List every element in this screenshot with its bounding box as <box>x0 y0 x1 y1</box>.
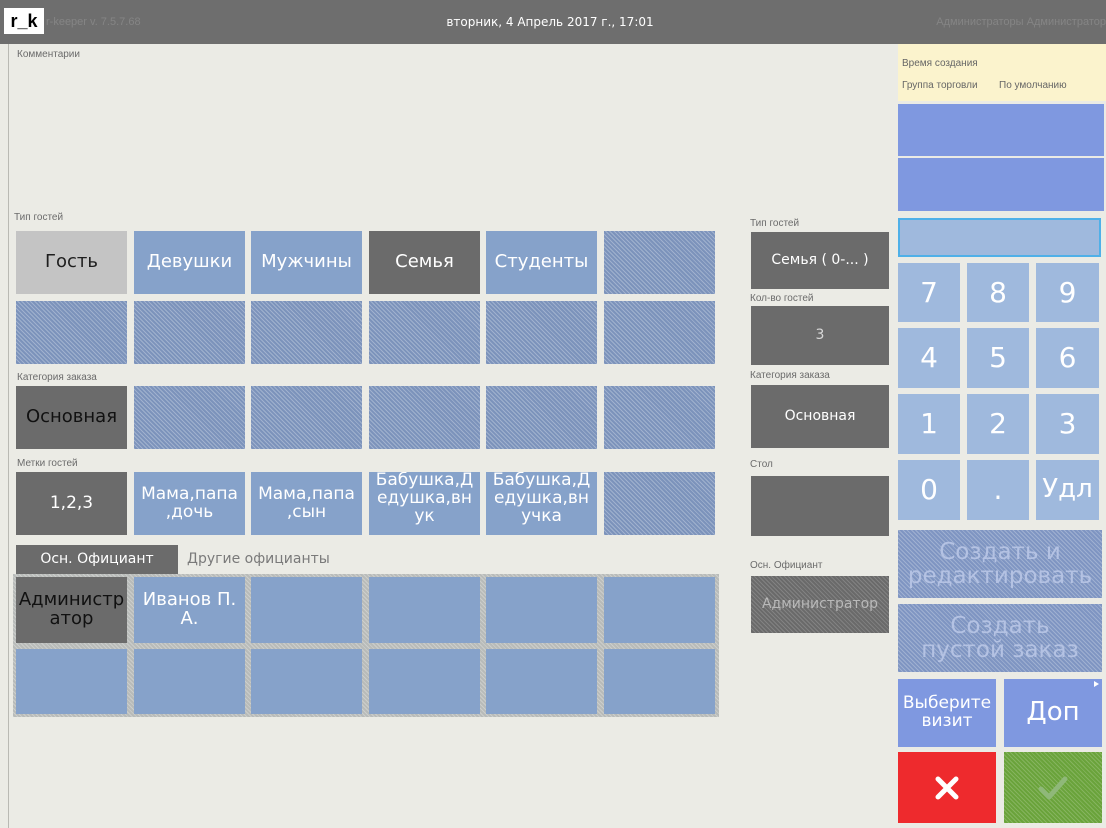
guest-marks-label: Метки гостей <box>17 458 78 469</box>
guest-mark-family-daughter-button[interactable]: Мама,папа ,дочь <box>134 472 245 535</box>
waiter-empty-cell <box>369 577 480 643</box>
check-icon <box>1038 776 1068 799</box>
empty-cell <box>369 386 480 449</box>
keypad-7-button[interactable]: 7 <box>898 263 960 322</box>
ok-button[interactable] <box>1004 752 1102 823</box>
empty-cell <box>604 386 715 449</box>
guest-type-label: Тип гостей <box>14 212 64 223</box>
empty-cell <box>134 301 245 364</box>
tab-other-waiters[interactable]: Другие официанты <box>187 551 330 567</box>
info-blue-block-top <box>898 104 1104 156</box>
guest-type-students-button[interactable]: Студенты <box>486 231 597 294</box>
keypad-delete-button[interactable]: Удл <box>1036 460 1099 520</box>
summary-guests-count-value[interactable]: 3 <box>751 306 889 365</box>
empty-cell <box>486 386 597 449</box>
more-button-label: Доп <box>1026 697 1080 728</box>
waiter-empty-cell <box>16 649 127 714</box>
app-logo: r_k <box>4 8 44 34</box>
create-empty-order-button[interactable]: Создать пустой заказ <box>898 604 1102 672</box>
summary-main-waiter-value[interactable]: Администратор <box>751 576 889 633</box>
waiter-empty-cell <box>134 649 245 714</box>
keypad-4-button[interactable]: 4 <box>898 328 960 388</box>
keypad-2-button[interactable]: 2 <box>967 394 1029 454</box>
waiter-empty-cell <box>486 649 597 714</box>
choose-visit-button[interactable]: Выберите визит <box>898 679 996 747</box>
keypad-input[interactable] <box>898 218 1101 257</box>
order-category-main-button[interactable]: Основная <box>16 386 127 449</box>
guest-type-men-button[interactable]: Мужчины <box>251 231 362 294</box>
header-datetime: вторник, 4 Апрель 2017 г., 17:01 <box>446 15 654 29</box>
cancel-button[interactable] <box>898 752 996 823</box>
comments-field[interactable] <box>14 62 714 202</box>
waiter-empty-cell <box>486 577 597 643</box>
keypad-8-button[interactable]: 8 <box>967 263 1029 322</box>
guest-mark-grandparents-granddaughter-button[interactable]: Бабушка,Д едушка,вн учка <box>486 472 597 535</box>
keypad-1-button[interactable]: 1 <box>898 394 960 454</box>
keypad-9-button[interactable]: 9 <box>1036 263 1099 322</box>
summary-order-category-label: Категория заказа <box>750 370 830 381</box>
app-version: r-keeper v. 7.5.7.68 <box>46 16 141 28</box>
info-blue-block-bottom <box>898 158 1104 211</box>
empty-cell <box>486 301 597 364</box>
guest-mark-123-button[interactable]: 1,2,3 <box>16 472 127 535</box>
empty-cell <box>251 386 362 449</box>
keypad-0-button[interactable]: 0 <box>898 460 960 520</box>
waiter-administrator-button[interactable]: Администр атор <box>16 577 127 643</box>
keypad-6-button[interactable]: 6 <box>1036 328 1099 388</box>
waiter-empty-cell <box>604 577 715 643</box>
guest-type-empty-button <box>604 231 715 294</box>
more-button[interactable]: Доп <box>1004 679 1102 747</box>
comments-label: Комментарии <box>17 49 80 60</box>
info-panel <box>898 44 1106 101</box>
order-category-label: Категория заказа <box>17 372 97 383</box>
empty-cell <box>369 301 480 364</box>
keypad-dot-button[interactable]: . <box>967 460 1029 520</box>
summary-table-value[interactable] <box>751 476 889 536</box>
keypad-3-button[interactable]: 3 <box>1036 394 1099 454</box>
summary-guests-count-label: Кол-во гостей <box>750 293 814 304</box>
guest-type-girls-button[interactable]: Девушки <box>134 231 245 294</box>
tab-main-waiter[interactable]: Осн. Официант <box>16 545 178 574</box>
summary-guest-type-label: Тип гостей <box>750 218 800 229</box>
trade-group-label: Группа торговли <box>902 80 978 91</box>
create-and-edit-button[interactable]: Создать и редактировать <box>898 530 1102 598</box>
empty-cell <box>16 301 127 364</box>
trade-group-value: По умолчанию <box>999 80 1067 91</box>
waiter-ivanov-button[interactable]: Иванов П. А. <box>134 577 245 643</box>
header-bar: r_k r-keeper v. 7.5.7.68 вторник, 4 Апре… <box>0 0 1106 44</box>
summary-guest-type-value[interactable]: Семья ( 0-... ) <box>751 232 889 289</box>
waiter-empty-cell <box>251 577 362 643</box>
header-user: Администраторы Администратор <box>936 16 1106 28</box>
empty-cell <box>134 386 245 449</box>
waiter-empty-cell <box>369 649 480 714</box>
waiter-empty-cell <box>604 649 715 714</box>
guest-mark-grandparents-grandson-button[interactable]: Бабушка,Д едушка,вн ук <box>369 472 480 535</box>
summary-table-label: Стол <box>750 459 773 470</box>
created-time-label: Время создания <box>902 58 978 69</box>
close-icon <box>935 776 959 799</box>
summary-main-waiter-label: Осн. Официант <box>750 560 823 571</box>
keypad-5-button[interactable]: 5 <box>967 328 1029 388</box>
guest-type-family-button[interactable]: Семья <box>369 231 480 294</box>
guest-type-guest-button[interactable]: Гость <box>16 231 127 294</box>
corner-triangle-icon <box>1094 681 1099 687</box>
empty-cell <box>604 472 715 535</box>
empty-cell <box>251 301 362 364</box>
guest-mark-family-son-button[interactable]: Мама,папа ,сын <box>251 472 362 535</box>
empty-cell <box>604 301 715 364</box>
waiter-empty-cell <box>251 649 362 714</box>
summary-order-category-value[interactable]: Основная <box>751 385 889 448</box>
left-border <box>8 44 9 828</box>
